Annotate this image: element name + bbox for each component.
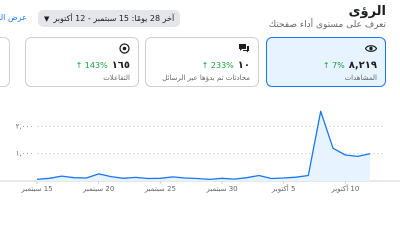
series-area [37,111,370,181]
y-tick-label: ٢,٠٠٠ [16,122,33,130]
metric-value: ١٠ [237,60,250,71]
eye-icon [365,43,377,53]
x-tick-label: 30 سبتمبر [205,185,237,193]
metric-value: ١٦٥ [111,60,130,71]
page-title: الرؤى [348,4,386,19]
x-tick-label: 15 سبتمبر [20,185,52,193]
x-tick-label: 5 أكتوبر [271,184,296,193]
metric-label: التفاعلات [103,74,130,82]
caret-down-icon: ▼ [44,14,50,23]
metric-change: ↑ 233% [201,61,234,70]
x-tick-label: 20 سبتمبر [82,185,114,193]
metric-change: ↑ 143% [75,61,108,70]
compare-link[interactable]: عرض الك [0,13,27,22]
metric-card-partial[interactable] [0,37,10,87]
engagement-icon [118,42,130,54]
metric-card-conversations[interactable]: ١٠ ↑ 233% محادثات تم بدؤها عبر الرسائل [145,37,259,87]
date-range-label: آخر 28 يومًا: 15 سبتمبر - 12 أكتوبر [53,14,175,23]
metric-card-interactions[interactable]: ١٦٥ ↑ 143% التفاعلات [25,37,139,87]
metric-label: محادثات تم بدؤها عبر الرسائل [162,74,250,82]
views-chart: 15 سبتمبر 20 سبتمبر 25 سبتمبر 30 سبتمبر 5 أك… [0,110,400,193]
page-subtitle: تعرف على مستوى أداء صفحتك [268,20,386,30]
metric-value: ٨,٢١٩ [348,60,377,71]
x-tick-label: 10 أكتوبر [330,184,359,193]
metric-label: المشاهدات [344,74,377,82]
date-range-selector[interactable]: آخر 28 يومًا: 15 سبتمبر - 12 أكتوبر ▼ [38,10,181,27]
metric-change: ↑ 7% [322,61,345,70]
x-tick-label: 25 سبتمبر [144,185,176,193]
y-tick-label: ١,٠٠٠ [16,150,33,158]
chat-icon [238,43,250,53]
metric-card-views[interactable]: ٨,٢١٩ ↑ 7% المشاهدات [266,37,386,87]
